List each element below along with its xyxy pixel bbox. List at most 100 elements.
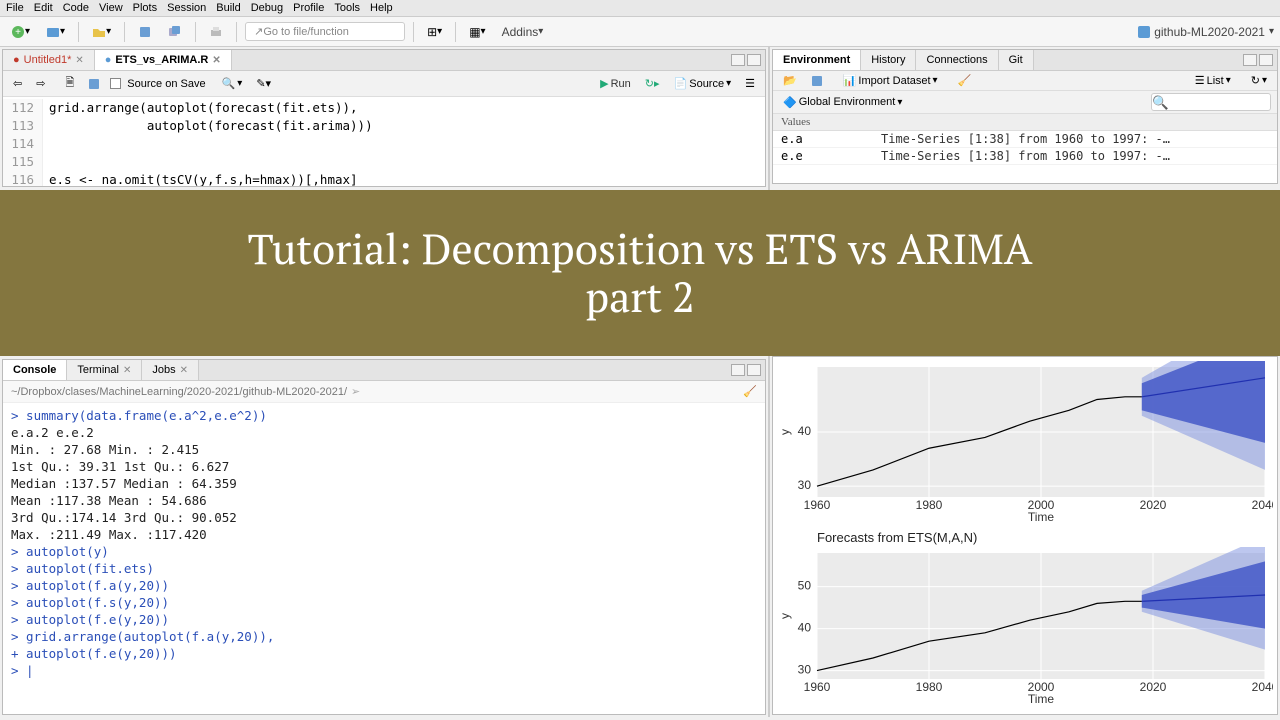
refresh-env-button[interactable]: ↻▾ bbox=[1247, 73, 1271, 88]
tab-jobs[interactable]: Jobs✕ bbox=[142, 360, 199, 380]
console-line: > autoplot(f.a(y,20)) bbox=[11, 577, 757, 594]
menu-view[interactable]: View bbox=[99, 2, 123, 14]
close-icon[interactable]: ✕ bbox=[123, 365, 131, 376]
open-file-button[interactable]: ▾ bbox=[87, 22, 116, 42]
menu-session[interactable]: Session bbox=[167, 2, 206, 14]
tab-git[interactable]: Git bbox=[999, 50, 1034, 70]
code-line[interactable]: 112grid.arrange(autoplot(forecast(fit.et… bbox=[3, 99, 765, 117]
new-project-button[interactable]: ▾ bbox=[41, 22, 70, 42]
plot-title: Forecasts from ETS(M,A,N) bbox=[777, 530, 1273, 545]
forward-button[interactable]: ⇨ bbox=[32, 76, 49, 91]
close-icon[interactable]: ✕ bbox=[180, 365, 188, 376]
save-workspace-button[interactable] bbox=[807, 74, 827, 88]
maximize-icon[interactable] bbox=[747, 54, 761, 66]
menu-debug[interactable]: Debug bbox=[251, 2, 283, 14]
tab-environment[interactable]: Environment bbox=[773, 50, 861, 70]
console-line: Mean :117.38 Mean : 54.686 bbox=[11, 492, 757, 509]
menu-build[interactable]: Build bbox=[216, 2, 240, 14]
source-tabs: ●Untitled1*✕ ●ETS_vs_ARIMA.R✕ bbox=[3, 50, 765, 71]
console-output[interactable]: > summary(data.frame(e.a^2,e.e^2)) e.a.2… bbox=[3, 403, 765, 683]
maximize-icon[interactable] bbox=[747, 364, 761, 376]
code-line[interactable]: 114 bbox=[3, 135, 765, 153]
env-list-button[interactable]: ☰ List ▾ bbox=[1191, 73, 1235, 88]
console-pane: Console Terminal✕ Jobs✕ ~/Dropbox/clases… bbox=[2, 359, 766, 715]
load-workspace-button[interactable]: 📂 bbox=[779, 73, 801, 88]
env-scope-bar: 🔷 Global Environment ▾ bbox=[773, 91, 1277, 114]
svg-text:Time: Time bbox=[1028, 510, 1055, 524]
env-row[interactable]: e.eTime-Series [1:38] from 1960 to 1997:… bbox=[773, 148, 1277, 165]
wand-button[interactable]: ✎▾ bbox=[252, 76, 275, 91]
tab-history[interactable]: History bbox=[861, 50, 916, 70]
clear-console-button[interactable]: 🧹 bbox=[743, 385, 757, 398]
menu-plots[interactable]: Plots bbox=[133, 2, 157, 14]
tab-connections[interactable]: Connections bbox=[916, 50, 998, 70]
menu-edit[interactable]: Edit bbox=[34, 2, 53, 14]
tab-terminal[interactable]: Terminal✕ bbox=[67, 360, 142, 380]
show-in-new-button[interactable]: 🗎 bbox=[61, 73, 78, 94]
svg-text:40: 40 bbox=[798, 621, 812, 635]
maximize-icon[interactable] bbox=[1259, 54, 1273, 66]
import-dataset-button[interactable]: 📊 Import Dataset ▾ bbox=[839, 73, 942, 88]
rerun-button[interactable]: ↻▸ bbox=[641, 76, 664, 91]
save-all-button[interactable] bbox=[163, 22, 187, 42]
env-scope-button[interactable]: 🔷 Global Environment ▾ bbox=[779, 95, 906, 110]
plots-pane: 196019802000202020403040Timey Forecasts … bbox=[772, 356, 1278, 715]
print-button[interactable] bbox=[204, 22, 228, 42]
source-on-save-checkbox[interactable] bbox=[110, 78, 121, 89]
console-line: > grid.arrange(autoplot(f.a(y,20)), bbox=[11, 628, 757, 645]
console-line: > autoplot(fit.ets) bbox=[11, 560, 757, 577]
tab-untitled1[interactable]: ●Untitled1*✕ bbox=[3, 50, 95, 70]
project-name: github-ML2020-2021 bbox=[1154, 25, 1265, 39]
goto-file-input[interactable]: ↗ Go to file/function bbox=[245, 22, 405, 41]
env-section-header: Values bbox=[773, 114, 1277, 131]
save-source-button[interactable] bbox=[84, 77, 104, 91]
menu-profile[interactable]: Profile bbox=[293, 2, 324, 14]
save-button[interactable] bbox=[133, 22, 157, 42]
console-line: 1st Qu.: 39.31 1st Qu.: 6.627 bbox=[11, 458, 757, 475]
find-button[interactable]: 🔍▾ bbox=[218, 76, 247, 91]
close-icon[interactable]: ✕ bbox=[212, 55, 220, 66]
svg-text:1960: 1960 bbox=[804, 498, 831, 512]
env-filter-input[interactable] bbox=[1151, 93, 1271, 111]
tools-button[interactable]: ⊞▾ bbox=[422, 22, 447, 42]
minimize-icon[interactable] bbox=[731, 364, 745, 376]
source-button[interactable]: 📄 Source ▾ bbox=[670, 76, 736, 91]
minimize-icon[interactable] bbox=[731, 54, 745, 66]
main-toolbar: +▾ ▾ ▾ ↗ Go to file/function ⊞▾ ▦▾ Addin… bbox=[0, 17, 1280, 47]
svg-text:30: 30 bbox=[798, 478, 812, 492]
path-send-icon[interactable]: ➢ bbox=[351, 385, 360, 398]
outline-button[interactable]: ☰ bbox=[741, 76, 759, 91]
menu-file[interactable]: File bbox=[6, 2, 24, 14]
menu-code[interactable]: Code bbox=[63, 2, 89, 14]
svg-text:y: y bbox=[778, 613, 792, 619]
overlay-line-1: Tutorial: Decomposition vs ETS vs ARIMA bbox=[248, 225, 1033, 273]
code-editor[interactable]: 112grid.arrange(autoplot(forecast(fit.et… bbox=[3, 97, 765, 186]
console-line: > | bbox=[11, 662, 757, 679]
environment-pane: Environment History Connections Git 📂 📊 … bbox=[772, 49, 1278, 184]
tab-console[interactable]: Console bbox=[3, 360, 67, 380]
tab-ets-vs-arima[interactable]: ●ETS_vs_ARIMA.R✕ bbox=[95, 50, 232, 70]
console-line: > summary(data.frame(e.a^2,e.e^2)) bbox=[11, 407, 757, 424]
svg-text:Time: Time bbox=[1028, 692, 1055, 706]
project-selector[interactable]: github-ML2020-2021 ▾ bbox=[1138, 25, 1274, 39]
code-line[interactable]: 115 bbox=[3, 153, 765, 171]
code-line[interactable]: 113 autoplot(forecast(fit.arima))) bbox=[3, 117, 765, 135]
env-row[interactable]: e.aTime-Series [1:38] from 1960 to 1997:… bbox=[773, 131, 1277, 148]
menu-tools[interactable]: Tools bbox=[334, 2, 360, 14]
minimize-icon[interactable] bbox=[1243, 54, 1257, 66]
svg-text:+: + bbox=[15, 27, 21, 38]
console-line: > autoplot(y) bbox=[11, 543, 757, 560]
back-button[interactable]: ⇦ bbox=[9, 76, 26, 91]
menu-help[interactable]: Help bbox=[370, 2, 393, 14]
source-toolbar: ⇦ ⇨ 🗎 Source on Save 🔍▾ ✎▾ ▶ Run ↻▸ 📄 So… bbox=[3, 71, 765, 97]
clear-env-button[interactable]: 🧹 bbox=[954, 73, 976, 88]
grid-button[interactable]: ▦▾ bbox=[464, 22, 490, 42]
close-icon[interactable]: ✕ bbox=[75, 55, 83, 66]
env-tabs: Environment History Connections Git bbox=[773, 50, 1277, 71]
code-line[interactable]: 116e.s <- na.omit(tsCV(y,f.s,h=hmax))[,h… bbox=[3, 171, 765, 186]
svg-text:2040: 2040 bbox=[1252, 680, 1273, 694]
new-file-button[interactable]: +▾ bbox=[6, 22, 35, 42]
env-toolbar: 📂 📊 Import Dataset ▾ 🧹 ☰ List ▾ ↻▾ bbox=[773, 71, 1277, 91]
addins-button[interactable]: Addins ▾ bbox=[497, 22, 549, 42]
run-button[interactable]: ▶ Run bbox=[596, 76, 635, 91]
